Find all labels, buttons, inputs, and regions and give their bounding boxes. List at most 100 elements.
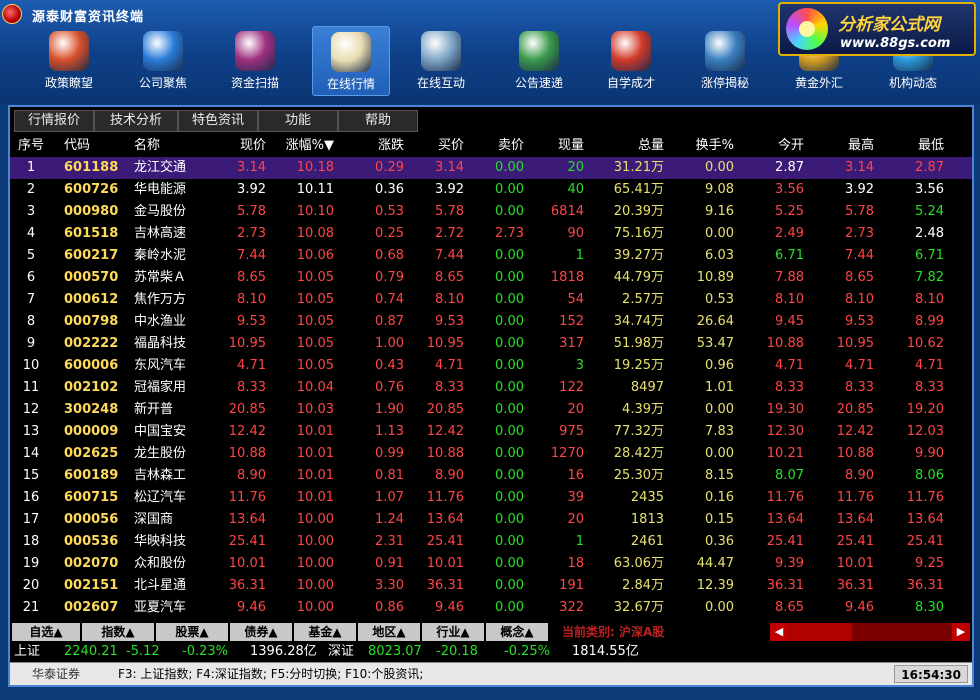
menu-tech-analysis[interactable]: 技术分析 <box>94 110 178 132</box>
col-change[interactable]: 涨跌 <box>340 135 404 157</box>
cell-high: 2.73 <box>845 226 874 241</box>
tab-stocks[interactable]: 股票▲ <box>156 623 230 641</box>
cell-price: 4.71 <box>237 358 266 373</box>
cell-name: 众和股份 <box>134 556 187 571</box>
cell-idx: 8 <box>26 314 36 329</box>
scrollbar-thumb[interactable] <box>788 623 852 641</box>
tab-funds[interactable]: 基金▲ <box>294 623 358 641</box>
cell-vol: 20 <box>567 402 584 417</box>
table-row[interactable]: 6 000570 苏常柴Ａ 8.65 10.05 0.79 8.65 0.00 1818 44.7… <box>10 267 972 289</box>
col-total-volume[interactable]: 总量 <box>588 135 664 157</box>
menu-help[interactable]: 帮助 <box>338 110 418 132</box>
cell-open: 6.71 <box>775 248 804 263</box>
cell-low: 8.99 <box>915 314 944 329</box>
cell-ask: 0.00 <box>495 380 524 395</box>
tab-concept[interactable]: 概念▲ <box>486 623 550 641</box>
table-row[interactable]: 11 002102 冠福家用 8.33 10.04 0.76 8.33 0.00 122 8497… <box>10 377 972 399</box>
nav-fund-scan[interactable]: 资金扫描 <box>216 26 294 96</box>
cell-chg: 0.53 <box>375 204 404 219</box>
table-row[interactable]: 18 000536 华映科技 25.41 10.00 2.31 25.41 0.00 1 2461… <box>10 531 972 553</box>
cell-name: 中水渔业 <box>134 314 187 329</box>
table-row[interactable]: 16 600715 松辽汽车 11.76 10.01 1.07 11.76 0.00 39 243… <box>10 487 972 509</box>
nav-label: 黄金外汇 <box>794 76 843 90</box>
table-row[interactable]: 8 000798 中水渔业 9.53 10.05 0.87 9.53 0.00 152 34.74… <box>10 311 972 333</box>
cell-chg: 0.79 <box>375 270 404 285</box>
cell-name: 新开普 <box>134 402 174 417</box>
table-row[interactable]: 19 002070 众和股份 10.01 10.00 0.91 10.01 0.00 18 63.… <box>10 553 972 575</box>
brand-banner[interactable]: 分析家公式网 www.88gs.com <box>778 2 976 56</box>
table-row[interactable]: 15 600189 吉林森工 8.90 10.01 0.81 8.90 0.00 16 25.30… <box>10 465 972 487</box>
cell-open: 10.88 <box>766 336 804 351</box>
cell-vol: 1270 <box>550 446 584 461</box>
cell-total: 25.30万 <box>613 468 664 483</box>
col-turnover[interactable]: 换手% <box>670 135 734 157</box>
cell-low: 4.71 <box>915 358 944 373</box>
col-ask[interactable]: 卖价 <box>468 135 524 157</box>
cell-bid: 5.78 <box>435 204 464 219</box>
nav-policy[interactable]: 政策瞭望 <box>30 26 108 96</box>
cell-total: 39.27万 <box>613 248 664 263</box>
table-row[interactable]: 7 000612 焦作万方 8.10 10.05 0.74 8.10 0.00 54 2.57万 0… <box>10 289 972 311</box>
menu-quote[interactable]: 行情报价 <box>14 110 94 132</box>
cell-ask: 0.00 <box>495 556 524 571</box>
horizontal-scrollbar[interactable] <box>788 623 952 641</box>
col-code[interactable]: 代码 <box>64 135 134 157</box>
table-row[interactable]: 2 600726 华电能源 3.92 10.11 0.36 3.92 0.00 40 65.41万… <box>10 179 972 201</box>
cell-chg: 0.36 <box>375 182 404 197</box>
table-row[interactable]: 4 601518 吉林高速 2.73 10.08 0.25 2.72 2.73 90 75.16万… <box>10 223 972 245</box>
tab-index[interactable]: 指数▲ <box>82 623 156 641</box>
cell-ask: 0.00 <box>495 512 524 527</box>
policy-icon <box>49 31 89 71</box>
nav-online-quote[interactable]: 在线行情 <box>312 26 390 96</box>
nav-limit-up[interactable]: 涨停揭秘 <box>686 26 764 96</box>
col-change-pct[interactable]: 涨幅%▼ <box>270 135 334 157</box>
col-price[interactable]: 现价 <box>214 135 266 157</box>
col-volume[interactable]: 现量 <box>528 135 584 157</box>
sz-index-value: 8023.07 <box>368 644 422 659</box>
table-row[interactable]: 5 600217 秦岭水泥 7.44 10.06 0.68 7.44 0.00 1 39.27万 6… <box>10 245 972 267</box>
cell-turn: 0.00 <box>705 446 734 461</box>
table-row[interactable]: 20 002151 北斗星通 36.31 10.00 3.30 36.31 0.00 191 2.… <box>10 575 972 597</box>
tab-region[interactable]: 地区▲ <box>358 623 422 641</box>
cell-code: 300248 <box>64 402 119 417</box>
table-row[interactable]: 12 300248 新开普 20.85 10.03 1.90 20.85 0.00 20 4.39… <box>10 399 972 421</box>
col-name[interactable]: 名称 <box>134 135 214 157</box>
scroll-left-arrow-icon[interactable]: ◀ <box>770 623 788 641</box>
table-row[interactable]: 21 002607 亚夏汽车 9.46 10.00 0.86 9.46 0.00 322 32.6… <box>10 597 972 619</box>
tab-bonds[interactable]: 债券▲ <box>230 623 294 641</box>
cell-chg: 0.43 <box>375 358 404 373</box>
nav-announcement[interactable]: 公告速递 <box>500 26 578 96</box>
cell-pct: 10.18 <box>296 160 334 175</box>
table-row[interactable]: 10 600006 东风汽车 4.71 10.05 0.43 4.71 0.00 3 19.25万… <box>10 355 972 377</box>
nav-company-focus[interactable]: 公司聚焦 <box>124 26 202 96</box>
cell-vol: 16 <box>567 468 584 483</box>
table-row[interactable]: 17 000056 深国商 13.64 10.00 1.24 13.64 0.00 20 1813… <box>10 509 972 531</box>
menu-feature-news[interactable]: 特色资讯 <box>178 110 258 132</box>
cell-bid: 20.85 <box>426 402 464 417</box>
cell-pct: 10.05 <box>296 270 334 285</box>
cell-turn: 26.64 <box>696 314 734 329</box>
col-index[interactable]: 序号 <box>10 135 52 157</box>
table-row[interactable]: 13 000009 中国宝安 12.42 10.01 1.13 12.42 0.00 975 77… <box>10 421 972 443</box>
cell-total: 2.84万 <box>622 578 664 593</box>
sh-index-label[interactable]: 上证 <box>14 642 40 662</box>
table-row[interactable]: 9 002222 福晶科技 10.95 10.05 1.00 10.95 0.00 317 51.… <box>10 333 972 355</box>
col-high[interactable]: 最高 <box>810 135 874 157</box>
cell-name: 龙江交通 <box>134 160 187 175</box>
col-low[interactable]: 最低 <box>876 135 944 157</box>
scroll-right-arrow-icon[interactable]: ▶ <box>952 623 970 641</box>
menu-functions[interactable]: 功能 <box>258 110 338 132</box>
table-row[interactable]: 1 601188 龙江交通 3.14 10.18 0.29 3.14 0.00 20 31.21万… <box>10 157 972 179</box>
table-row[interactable]: 3 000980 金马股份 5.78 10.10 0.53 5.78 0.00 6814 20.3… <box>10 201 972 223</box>
col-bid[interactable]: 买价 <box>408 135 464 157</box>
tab-industry[interactable]: 行业▲ <box>422 623 486 641</box>
nav-online-interact[interactable]: 在线互动 <box>402 26 480 96</box>
col-open[interactable]: 今开 <box>740 135 804 157</box>
tab-watchlist[interactable]: 自选▲ <box>12 623 82 641</box>
cell-vol: 975 <box>559 424 584 439</box>
nav-self-study[interactable]: 自学成才 <box>592 26 670 96</box>
brand-url: www.88gs.com <box>840 36 951 51</box>
table-row[interactable]: 14 002625 龙生股份 10.88 10.01 0.99 10.88 0.00 1270 2… <box>10 443 972 465</box>
sz-index-label[interactable]: 深证 <box>328 642 354 662</box>
cell-chg: 0.29 <box>375 160 404 175</box>
